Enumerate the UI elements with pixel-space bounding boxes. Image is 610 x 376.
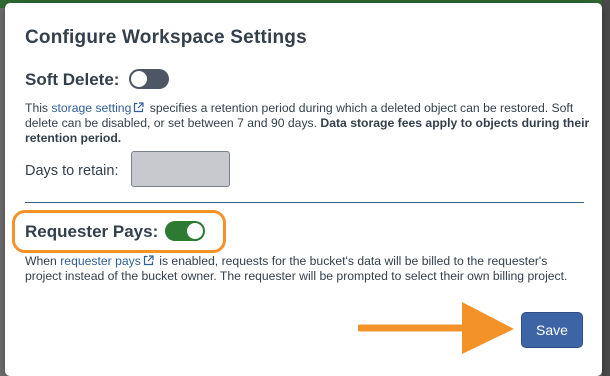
save-button[interactable]: Save	[521, 312, 583, 348]
external-link-icon[interactable]	[143, 255, 154, 266]
requester-pays-label: Requester Pays:	[25, 222, 159, 241]
requester-pays-link[interactable]: requester pays	[60, 254, 141, 268]
days-to-retain-input[interactable]	[131, 151, 230, 187]
soft-delete-label: Soft Delete:	[25, 70, 120, 89]
external-link-icon[interactable]	[133, 102, 144, 113]
background-page	[602, 0, 610, 376]
dialog-title: Configure Workspace Settings	[25, 27, 307, 48]
storage-setting-link[interactable]: storage setting	[51, 101, 131, 115]
arrow-right-icon	[358, 302, 514, 354]
soft-delete-desc-prefix: This	[25, 101, 52, 115]
requester-pays-toggle[interactable]	[165, 221, 205, 241]
soft-delete-description: This storage setting specifies a retenti…	[25, 101, 590, 146]
soft-delete-toggle[interactable]	[129, 69, 169, 89]
toggle-knob	[187, 223, 203, 239]
requester-pays-desc-prefix: When	[25, 254, 61, 268]
requester-pays-description: When requester pays is enabled, requests…	[25, 254, 580, 284]
days-to-retain-label: Days to retain:	[25, 163, 119, 179]
toggle-knob	[131, 71, 147, 87]
configure-workspace-dialog: Configure Workspace Settings Soft Delete…	[5, 3, 602, 376]
section-divider	[25, 202, 584, 203]
